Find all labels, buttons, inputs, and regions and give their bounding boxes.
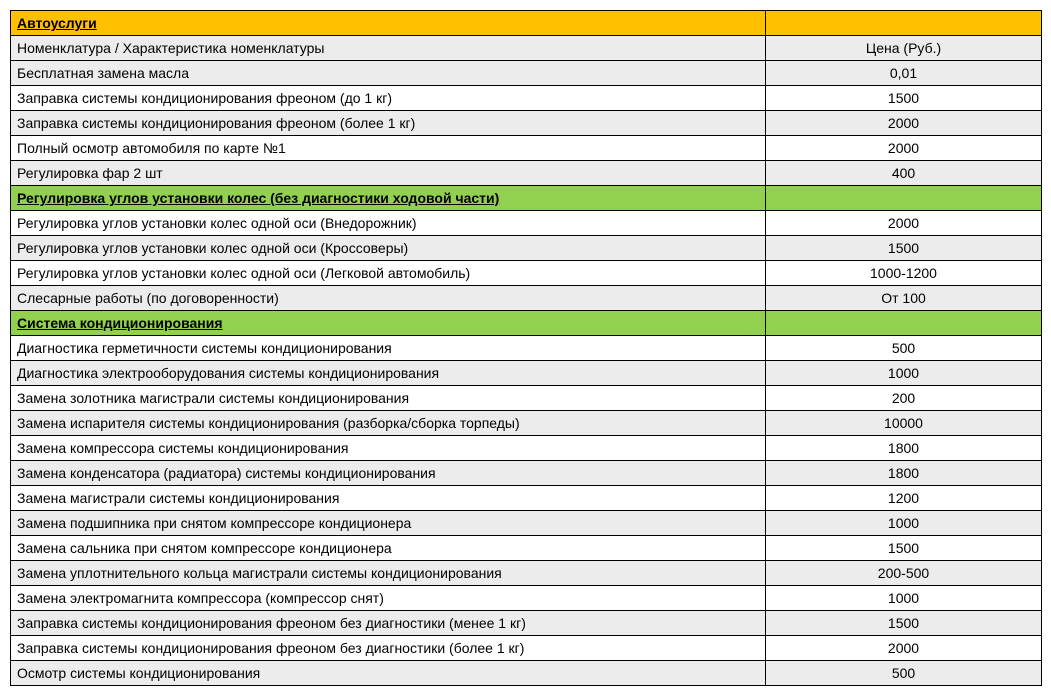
- section-header-wheel: Регулировка углов установки колес (без д…: [11, 186, 1042, 211]
- section-header-auto: Автоуслуги: [11, 11, 1042, 36]
- cell-price: 1000: [766, 361, 1042, 386]
- cell-price: 2000: [766, 136, 1042, 161]
- cell-name: Замена испарителя системы кондиционирова…: [11, 411, 766, 436]
- cell-name: Осмотр системы кондиционирования: [11, 661, 766, 686]
- cell-price: 1000-1200: [766, 261, 1042, 286]
- section-title-price: [766, 311, 1042, 336]
- cell-name: Замена магистрали системы кондиционирова…: [11, 486, 766, 511]
- table-row: Бесплатная замена масла 0,01: [11, 61, 1042, 86]
- cell-name: Регулировка углов установки колес одной …: [11, 211, 766, 236]
- cell-price: 500: [766, 661, 1042, 686]
- cell-price: 1500: [766, 236, 1042, 261]
- table-row: Замена электромагнита компрессора (компр…: [11, 586, 1042, 611]
- table-row: Замена конденсатора (радиатора) системы …: [11, 461, 1042, 486]
- table-row: Замена магистрали системы кондиционирова…: [11, 486, 1042, 511]
- cell-price: 2000: [766, 636, 1042, 661]
- column-header-row: Номенклатура / Характеристика номенклату…: [11, 36, 1042, 61]
- cell-price: 1000: [766, 511, 1042, 536]
- cell-price: 1500: [766, 536, 1042, 561]
- cell-price: 10000: [766, 411, 1042, 436]
- cell-price: 200-500: [766, 561, 1042, 586]
- table-row: Диагностика герметичности системы кондиц…: [11, 336, 1042, 361]
- cell-price: 2000: [766, 211, 1042, 236]
- cell-price: 1500: [766, 611, 1042, 636]
- cell-price: 0,01: [766, 61, 1042, 86]
- cell-price: 500: [766, 336, 1042, 361]
- price-table: Автоуслуги Номенклатура / Характеристика…: [10, 10, 1042, 686]
- table-row: Диагностика электрооборудования системы …: [11, 361, 1042, 386]
- table-row: Замена уплотнительного кольца магистрали…: [11, 561, 1042, 586]
- cell-name: Диагностика электрооборудования системы …: [11, 361, 766, 386]
- table-row: Заправка системы кондиционирования фреон…: [11, 611, 1042, 636]
- table-row: Регулировка фар 2 шт 400: [11, 161, 1042, 186]
- section-title-price: [766, 186, 1042, 211]
- table-row: Замена компрессора системы кондициониров…: [11, 436, 1042, 461]
- cell-name: Заправка системы кондиционирования фреон…: [11, 86, 766, 111]
- section-title: Регулировка углов установки колес (без д…: [11, 186, 766, 211]
- cell-price: 1000: [766, 586, 1042, 611]
- cell-name: Слесарные работы (по договоренности): [11, 286, 766, 311]
- cell-price: 1500: [766, 86, 1042, 111]
- column-header-price: Цена (Руб.): [766, 36, 1042, 61]
- column-header-name: Номенклатура / Характеристика номенклату…: [11, 36, 766, 61]
- cell-price: От 100: [766, 286, 1042, 311]
- section-title: Автоуслуги: [11, 11, 766, 36]
- table-row: Заправка системы кондиционирования фреон…: [11, 86, 1042, 111]
- table-row: Заправка системы кондиционирования фреон…: [11, 111, 1042, 136]
- cell-name: Регулировка фар 2 шт: [11, 161, 766, 186]
- cell-price: 1200: [766, 486, 1042, 511]
- cell-name: Бесплатная замена масла: [11, 61, 766, 86]
- cell-name: Замена золотника магистрали системы конд…: [11, 386, 766, 411]
- cell-name: Замена компрессора системы кондициониров…: [11, 436, 766, 461]
- cell-price: 400: [766, 161, 1042, 186]
- table-row: Замена подшипника при снятом компрессоре…: [11, 511, 1042, 536]
- cell-price: 200: [766, 386, 1042, 411]
- cell-name: Замена уплотнительного кольца магистрали…: [11, 561, 766, 586]
- table-row: Осмотр системы кондиционирования 500: [11, 661, 1042, 686]
- cell-price: 1800: [766, 461, 1042, 486]
- table-row: Регулировка углов установки колес одной …: [11, 261, 1042, 286]
- table-row: Регулировка углов установки колес одной …: [11, 211, 1042, 236]
- table-row: Слесарные работы (по договоренности) От …: [11, 286, 1042, 311]
- cell-name: Замена электромагнита компрессора (компр…: [11, 586, 766, 611]
- section-title-price: [766, 11, 1042, 36]
- table-row: Замена золотника магистрали системы конд…: [11, 386, 1042, 411]
- table-row: Регулировка углов установки колес одной …: [11, 236, 1042, 261]
- cell-price: 2000: [766, 111, 1042, 136]
- table-row: Заправка системы кондиционирования фреон…: [11, 636, 1042, 661]
- table-row: Замена испарителя системы кондиционирова…: [11, 411, 1042, 436]
- section-title: Система кондиционирования: [11, 311, 766, 336]
- cell-price: 1800: [766, 436, 1042, 461]
- cell-name: Заправка системы кондиционирования фреон…: [11, 611, 766, 636]
- cell-name: Заправка системы кондиционирования фреон…: [11, 111, 766, 136]
- cell-name: Диагностика герметичности системы кондиц…: [11, 336, 766, 361]
- cell-name: Полный осмотр автомобиля по карте №1: [11, 136, 766, 161]
- table-row: Полный осмотр автомобиля по карте №1 200…: [11, 136, 1042, 161]
- cell-name: Заправка системы кондиционирования фреон…: [11, 636, 766, 661]
- cell-name: Замена сальника при снятом компрессоре к…: [11, 536, 766, 561]
- cell-name: Замена конденсатора (радиатора) системы …: [11, 461, 766, 486]
- cell-name: Регулировка углов установки колес одной …: [11, 236, 766, 261]
- cell-name: Регулировка углов установки колес одной …: [11, 261, 766, 286]
- section-header-ac: Система кондиционирования: [11, 311, 1042, 336]
- cell-name: Замена подшипника при снятом компрессоре…: [11, 511, 766, 536]
- table-row: Замена сальника при снятом компрессоре к…: [11, 536, 1042, 561]
